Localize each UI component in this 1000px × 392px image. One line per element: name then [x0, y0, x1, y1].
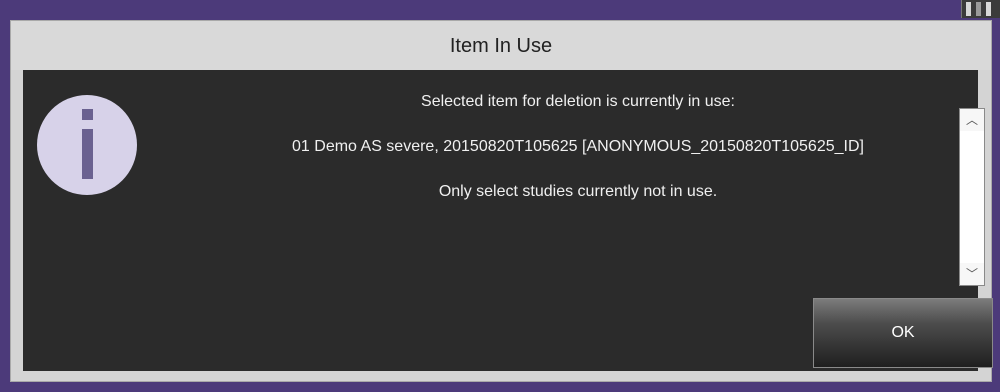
info-icon-stem: [82, 129, 93, 179]
toolbar-corner-segment: [986, 2, 991, 16]
chevron-down-icon[interactable]: ﹀: [960, 263, 984, 285]
info-icon-dot: [82, 109, 93, 120]
message-area: Selected item for deletion is currently …: [203, 88, 953, 273]
info-icon: [37, 95, 137, 195]
dialog-titlebar: Item In Use: [11, 21, 991, 70]
dialog-content: Selected item for deletion is currently …: [23, 70, 993, 371]
message-line: Selected item for deletion is currently …: [421, 93, 735, 110]
toolbar-corner-segment: [966, 2, 971, 16]
dialog-title: Item In Use: [449, 35, 553, 57]
message-line: Only select studies currently not in use…: [438, 183, 718, 200]
item-in-use-dialog: Item In Use Selected item for deletion i…: [10, 20, 993, 382]
toolbar-corner-segment: [976, 2, 981, 16]
toolbar-corner-widget[interactable]: [961, 0, 1000, 18]
ok-button[interactable]: OK: [813, 298, 993, 368]
message-scrollbar[interactable]: ︿ ﹀: [959, 108, 985, 286]
chevron-up-icon[interactable]: ︿: [960, 109, 984, 131]
message-line: 01 Demo AS severe, 20150820T105625 [ANON…: [292, 138, 864, 155]
ok-button-label: OK: [891, 324, 915, 341]
